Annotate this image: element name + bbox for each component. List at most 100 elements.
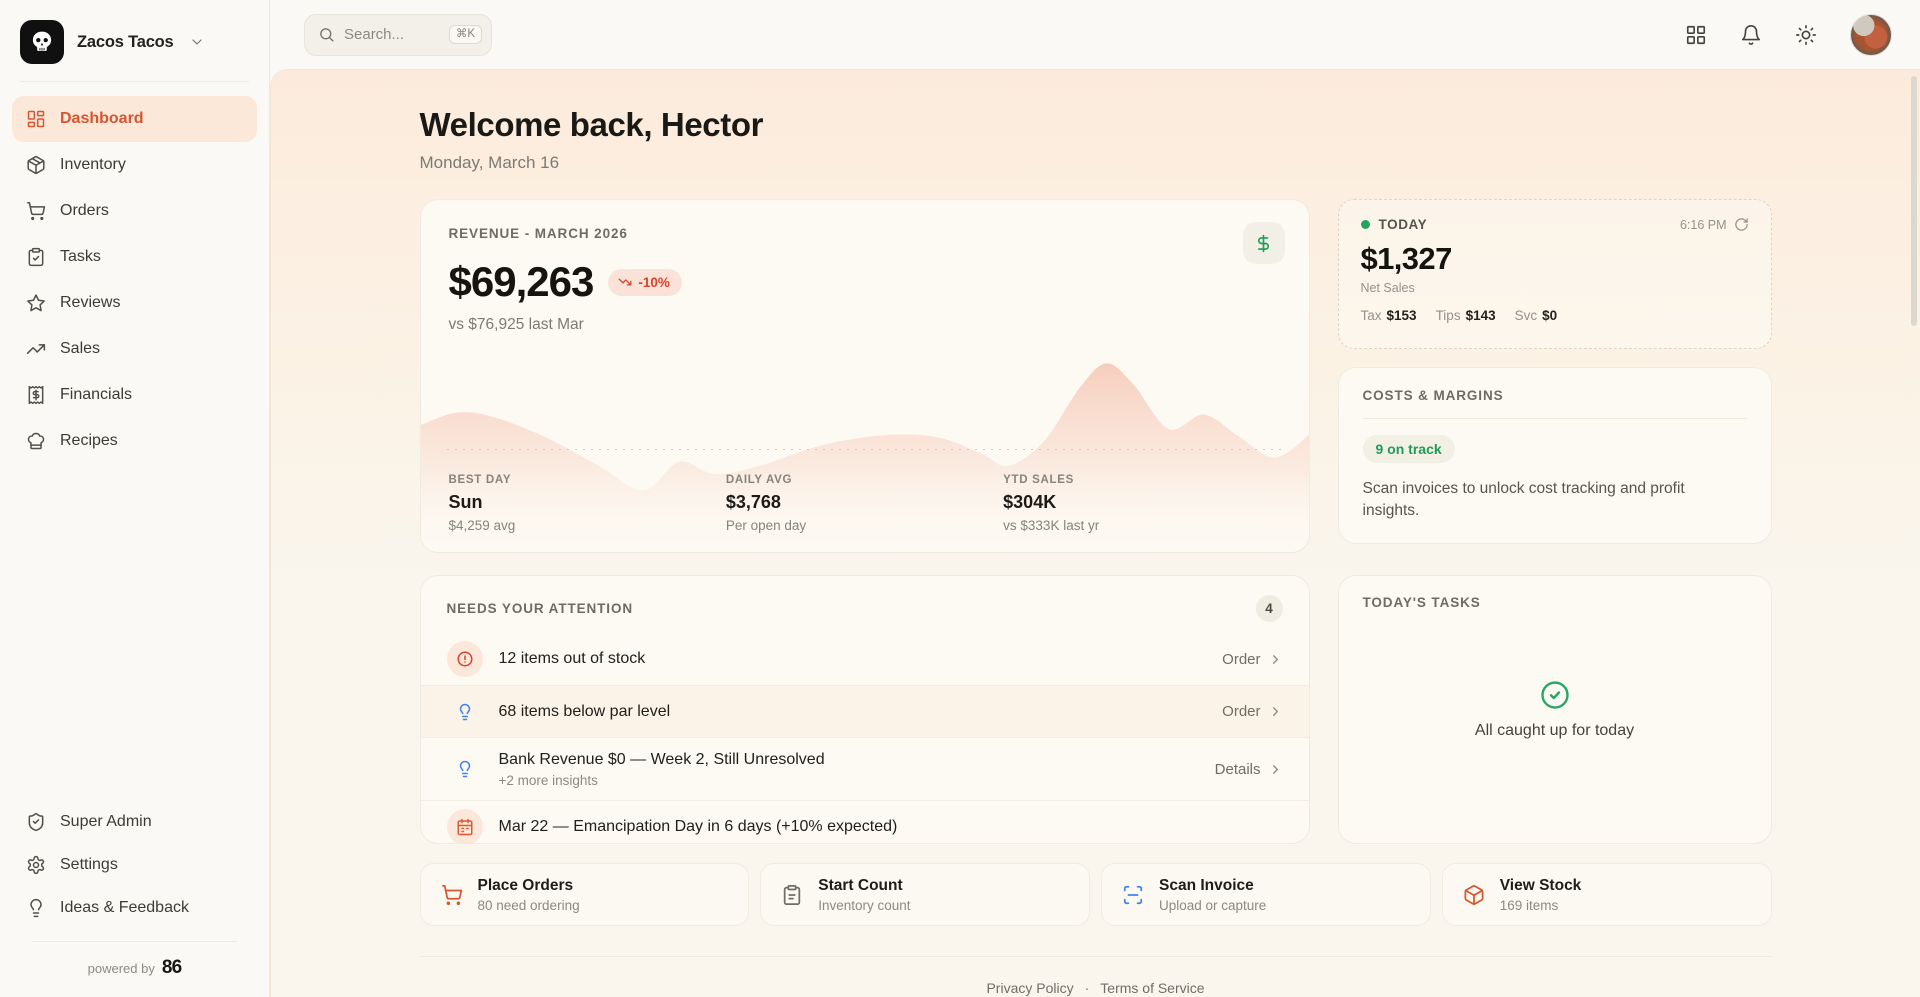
- sidebar-item-orders[interactable]: Orders: [12, 188, 257, 234]
- action-title: Place Orders: [478, 877, 580, 895]
- refresh-button[interactable]: [1734, 217, 1749, 232]
- search-shortcut-badge: ⌘K: [449, 25, 482, 45]
- start-count-button[interactable]: Start Count Inventory count: [760, 863, 1090, 926]
- dollar-chip: [1243, 222, 1285, 264]
- attention-item-below-par[interactable]: 68 items below par level Order: [421, 685, 1309, 737]
- sidebar-item-sales[interactable]: Sales: [12, 326, 257, 372]
- sidebar-item-reviews[interactable]: Reviews: [12, 280, 257, 326]
- stat-value: $304K: [1003, 492, 1280, 513]
- sidebar-item-recipes[interactable]: Recipes: [12, 418, 257, 464]
- stat-label: YTD SALES: [1003, 474, 1280, 486]
- tasks-empty-state: All caught up for today: [1339, 576, 1771, 843]
- attention-item-bank-revenue[interactable]: Bank Revenue $0 — Week 2, Still Unresolv…: [421, 737, 1309, 800]
- skull-icon: [25, 25, 59, 59]
- tasks-empty-text: All caught up for today: [1475, 722, 1634, 740]
- place-orders-button[interactable]: Place Orders 80 need ordering: [420, 863, 750, 926]
- search-input[interactable]: [344, 26, 436, 43]
- page-date: Monday, March 16: [420, 153, 1772, 173]
- today-card: TODAY 6:16 PM $1,327 Net Sales Tax$15: [1338, 199, 1772, 349]
- sidebar-item-label: Settings: [60, 856, 118, 874]
- sidebar-item-label: Inventory: [60, 156, 126, 174]
- attention-item-text: 68 items below par level: [499, 703, 671, 721]
- action-title: Start Count: [818, 877, 910, 895]
- sidebar-item-label: Orders: [60, 202, 109, 220]
- gear-icon: [26, 855, 46, 875]
- action-subtitle: Inventory count: [818, 898, 910, 913]
- alert-circle-icon: [447, 641, 483, 677]
- action-title: View Stock: [1500, 877, 1582, 895]
- sidebar-item-settings[interactable]: Settings: [12, 843, 257, 886]
- notifications-button[interactable]: [1740, 24, 1762, 46]
- revenue-change-badge: -10%: [608, 269, 682, 296]
- scrollbar-thumb[interactable]: [1911, 76, 1917, 326]
- chevron-down-icon: [189, 34, 205, 50]
- calendar-icon: [447, 809, 483, 845]
- order-action-button[interactable]: Order: [1222, 703, 1282, 720]
- revenue-amount: $69,263: [449, 258, 594, 306]
- sun-icon: [1795, 24, 1817, 46]
- today-amount-label: Net Sales: [1361, 281, 1749, 295]
- powered-by-brand-86: 86: [162, 957, 182, 979]
- sidebar-item-dashboard[interactable]: Dashboard: [12, 96, 257, 142]
- attention-item-emancipation-day[interactable]: Mar 22 — Emancipation Day in 6 days (+10…: [421, 800, 1309, 844]
- sidebar-item-tasks[interactable]: Tasks: [12, 234, 257, 280]
- privacy-policy-link[interactable]: Privacy Policy: [986, 980, 1073, 996]
- sidebar-item-financials[interactable]: Financials: [12, 372, 257, 418]
- scan-icon: [1122, 884, 1144, 906]
- sidebar-nav: Dashboard Inventory Orders Tasks Reviews…: [0, 82, 269, 464]
- trending-down-icon: [618, 275, 632, 289]
- page-footer: Privacy Policy · Terms of Service: [420, 956, 1772, 996]
- view-stock-button[interactable]: View Stock 169 items: [1442, 863, 1772, 926]
- org-switcher[interactable]: Zacos Tacos: [0, 0, 269, 81]
- dashboard-icon: [26, 109, 46, 129]
- attention-item-text: 12 items out of stock: [499, 650, 646, 668]
- trending-up-icon: [26, 339, 46, 359]
- lightbulb-icon: [26, 898, 46, 918]
- cart-icon: [26, 201, 46, 221]
- stat-label: DAILY AVG: [726, 474, 1003, 486]
- cart-icon: [441, 884, 463, 906]
- attention-count-badge: 4: [1256, 595, 1283, 622]
- apps-grid-button[interactable]: [1685, 24, 1707, 46]
- sidebar-item-label: Dashboard: [60, 110, 144, 128]
- bell-icon: [1740, 24, 1762, 46]
- costs-card-title: COSTS & MARGINS: [1363, 388, 1747, 403]
- chef-hat-icon: [26, 431, 46, 451]
- chevron-right-icon: [1268, 704, 1283, 719]
- theme-toggle-button[interactable]: [1795, 24, 1817, 46]
- attention-item-subtext: +2 more insights: [499, 773, 825, 788]
- terms-of-service-link[interactable]: Terms of Service: [1100, 980, 1204, 996]
- attention-card-title: NEEDS YOUR ATTENTION: [447, 601, 634, 616]
- revenue-stats-row: BEST DAY Sun $4,259 avg DAILY AVG $3,768…: [449, 474, 1281, 533]
- stat-sub: $4,259 avg: [449, 518, 726, 533]
- sidebar-item-ideas-feedback[interactable]: Ideas & Feedback: [12, 886, 257, 929]
- details-action-button[interactable]: Details: [1215, 761, 1283, 778]
- revenue-card: REVENUE - MARCH 2026 $69,263 -10% vs $76…: [420, 199, 1310, 553]
- sidebar: Zacos Tacos Dashboard Inventory Orders T…: [0, 0, 270, 997]
- scan-invoice-button[interactable]: Scan Invoice Upload or capture: [1101, 863, 1431, 926]
- stat-ytd-sales: YTD SALES $304K vs $333K last yr: [1003, 474, 1280, 533]
- costs-divider: [1363, 418, 1747, 419]
- attention-item-out-of-stock[interactable]: 12 items out of stock Order: [421, 633, 1309, 685]
- stat-value: Sun: [449, 492, 726, 513]
- order-action-button[interactable]: Order: [1222, 651, 1282, 668]
- today-updated-time: 6:16 PM: [1680, 218, 1727, 232]
- stat-sub: Per open day: [726, 518, 1003, 533]
- topbar: ⌘K: [270, 0, 1920, 69]
- user-avatar[interactable]: [1850, 14, 1892, 56]
- lightbulb-icon: [447, 751, 483, 787]
- star-icon: [26, 293, 46, 313]
- main-panel: Welcome back, Hector Monday, March 16: [270, 69, 1920, 997]
- grid-icon: [1685, 24, 1707, 46]
- topbar-actions: [1685, 14, 1892, 56]
- sidebar-item-super-admin[interactable]: Super Admin: [12, 800, 257, 843]
- sidebar-item-inventory[interactable]: Inventory: [12, 142, 257, 188]
- brand-logo-skull: [20, 20, 64, 64]
- page-title: Welcome back, Hector: [420, 106, 1772, 144]
- org-name: Zacos Tacos: [77, 33, 174, 52]
- refresh-icon: [1734, 217, 1749, 232]
- search-box[interactable]: ⌘K: [304, 14, 492, 56]
- footer-separator: ·: [1085, 980, 1090, 996]
- stat-daily-avg: DAILY AVG $3,768 Per open day: [726, 474, 1003, 533]
- chevron-right-icon: [1268, 762, 1283, 777]
